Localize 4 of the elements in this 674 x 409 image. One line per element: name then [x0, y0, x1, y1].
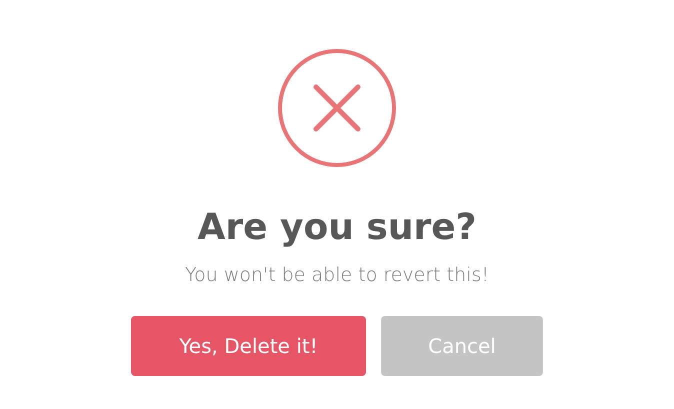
dialog-title: Are you sure?: [197, 206, 477, 250]
confirm-button[interactable]: Yes, Delete it!: [131, 316, 366, 376]
error-icon: [277, 48, 397, 168]
dialog-message: You won't be able to revert this!: [185, 263, 489, 288]
